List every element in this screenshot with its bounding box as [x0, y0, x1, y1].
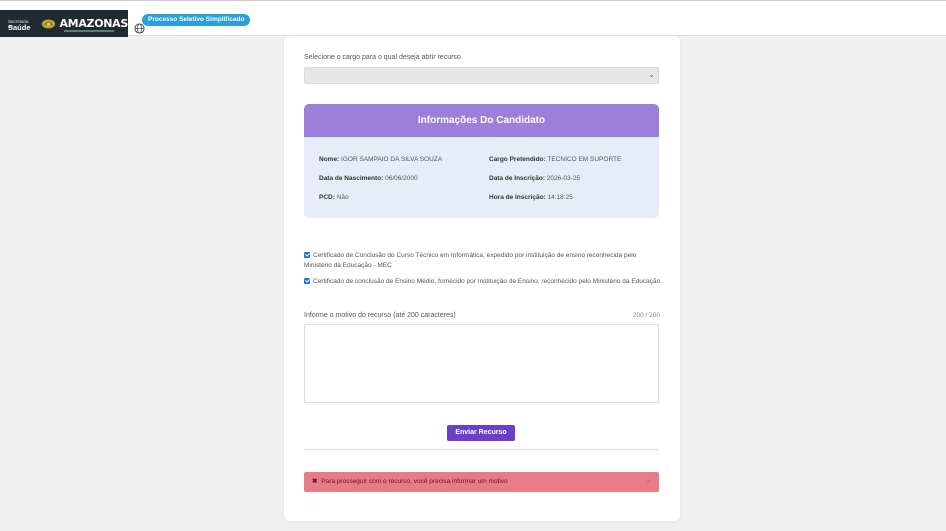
submit-appeal-button[interactable]: Enviar Recurso: [447, 425, 515, 441]
character-counter: 200 / 200: [632, 312, 660, 319]
document-checkbox-item[interactable]: Certificado de conclusão de Ensino Médio…: [304, 277, 664, 287]
document-label: Certificado de Conclusão do Curso Técnic…: [304, 252, 637, 269]
logo-subline: [64, 30, 114, 32]
cargo-select[interactable]: ⌄: [304, 67, 659, 84]
top-navbar: Secretaria de Saúde AMAZONAS Processo Se…: [0, 0, 946, 37]
error-alert: ✖ Para prosseguir com o recurso, você pr…: [304, 472, 659, 492]
close-icon[interactable]: ×: [646, 472, 651, 492]
logo-amazonas-text: AMAZONAS: [59, 17, 128, 30]
candidate-info-panel: Informações Do Candidato Nome: IGOR SAMP…: [304, 104, 659, 218]
checkbox-checked[interactable]: [304, 251, 310, 258]
amazonas-emblem-icon: [41, 19, 55, 28]
candidate-info-title: Informações Do Candidato: [304, 104, 659, 137]
select-cargo-label: Selecione o cargo para o qual deseja abr…: [304, 54, 461, 61]
document-label: Certificado de conclusão de Ensino Médio…: [313, 278, 663, 285]
document-checkbox-item[interactable]: Certificado de Conclusão do Curso Técnic…: [304, 251, 664, 271]
error-icon: ✖: [312, 478, 318, 485]
field-nascimento: Data de Nascimento: 06/06/2000: [319, 175, 418, 182]
appeal-form-card: Selecione o cargo para o qual deseja abr…: [284, 36, 680, 521]
logo-saude-text: Saúde: [8, 23, 31, 32]
chevron-down-icon: ⌄: [648, 70, 655, 79]
field-pcd: PCD: Não: [319, 194, 349, 201]
brand-logo[interactable]: Secretaria de Saúde AMAZONAS: [0, 10, 128, 37]
field-nome: Nome: IGOR SAMPAIO DA SILVA SOUZA: [319, 156, 443, 163]
motivo-label: Informe o motivo do recurso (até 200 car…: [304, 312, 456, 319]
error-message: Para prosseguir com o recurso, você prec…: [321, 478, 508, 485]
divider: [304, 449, 659, 450]
field-hora: Hora de Inscrição: 14:18:25: [489, 194, 573, 201]
motivo-textarea[interactable]: [304, 324, 659, 403]
checkbox-checked[interactable]: [304, 277, 310, 284]
process-badge[interactable]: Processo Seletivo Simplificado: [142, 14, 251, 26]
field-inscricao: Data de Inscrição: 2026-03-25: [489, 175, 581, 182]
field-cargo: Cargo Pretendido: TECNICO EM SUPORTE: [489, 156, 622, 163]
